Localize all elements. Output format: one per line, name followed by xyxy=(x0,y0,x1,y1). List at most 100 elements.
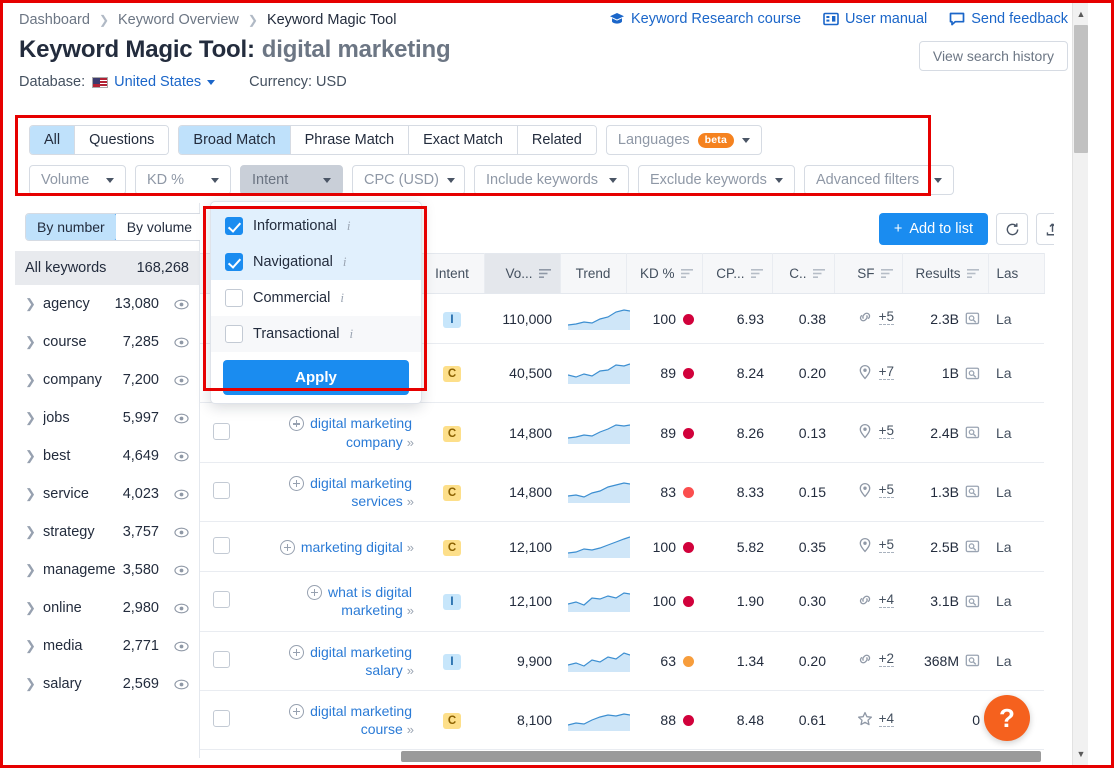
col-intent[interactable]: Intent xyxy=(420,253,485,294)
scroll-up-icon[interactable]: ▲ xyxy=(1073,5,1088,23)
row-checkbox[interactable] xyxy=(212,481,230,499)
chevron-right-icon[interactable]: ❯ xyxy=(25,372,36,388)
row-checkbox-cell[interactable] xyxy=(200,571,242,632)
chevron-right-icon[interactable]: ❯ xyxy=(25,524,36,540)
breadcrumb-dashboard[interactable]: Dashboard xyxy=(19,12,90,28)
sidebar-item-best[interactable]: ❯ best 4,649 xyxy=(15,437,199,475)
row-checkbox[interactable] xyxy=(212,536,230,554)
row-checkbox-cell[interactable] xyxy=(200,749,242,758)
add-keyword-icon[interactable] xyxy=(289,475,305,491)
kd-filter[interactable]: KD % xyxy=(135,165,231,195)
intent-option-commercial[interactable]: Commercial i xyxy=(211,280,421,316)
breadcrumb-keyword-overview[interactable]: Keyword Overview xyxy=(118,12,239,28)
tab-exact-match[interactable]: Exact Match xyxy=(409,126,518,154)
chevron-right-icon[interactable]: ❯ xyxy=(25,486,36,502)
keyword-cell[interactable]: what is digital marketing» xyxy=(242,571,420,632)
add-keyword-icon[interactable] xyxy=(289,703,305,719)
add-keyword-icon[interactable] xyxy=(289,644,305,660)
col-cpc[interactable]: CP... xyxy=(702,253,773,294)
chevron-right-icon[interactable]: ❯ xyxy=(25,638,36,654)
horizontal-scrollbar[interactable] xyxy=(401,751,1041,762)
intent-option-transactional[interactable]: Transactional i xyxy=(211,316,421,352)
checkbox[interactable] xyxy=(225,325,243,343)
double-chevron-icon[interactable]: » xyxy=(407,540,414,555)
chevron-right-icon[interactable]: ❯ xyxy=(25,676,36,692)
help-button[interactable]: ? xyxy=(984,695,1030,741)
table-row[interactable]: digital marketing salary» I 9,900 63 1.34 0.2… xyxy=(200,631,1044,691)
col-last-update[interactable]: Las xyxy=(988,253,1045,294)
chevron-right-icon[interactable]: ❯ xyxy=(25,334,36,350)
keyword-link[interactable]: digital marketing salary xyxy=(310,644,412,678)
scroll-down-icon[interactable]: ▼ xyxy=(1073,745,1088,763)
row-checkbox-cell[interactable] xyxy=(200,690,242,751)
keyword-cell[interactable]: digital marketing salary» xyxy=(242,631,420,691)
apply-button[interactable]: Apply xyxy=(223,360,409,395)
tab-all[interactable]: All xyxy=(30,126,76,154)
sf-cell[interactable]: +5 xyxy=(834,293,902,344)
col-competition[interactable]: C.. xyxy=(772,253,835,294)
checkbox[interactable] xyxy=(225,253,243,271)
view-search-history-button[interactable]: View search history xyxy=(918,41,1068,71)
chevron-right-icon[interactable]: ❯ xyxy=(25,410,36,426)
keyword-link[interactable]: digital marketing course xyxy=(310,703,412,737)
sidebar-item-media[interactable]: ❯ media 2,771 xyxy=(15,627,199,665)
sort-by-number[interactable]: By number xyxy=(26,214,117,240)
row-checkbox[interactable] xyxy=(212,710,230,728)
keyword-cell[interactable]: digital marketing course» xyxy=(242,690,420,751)
user-manual-link[interactable]: User manual xyxy=(823,11,927,27)
refresh-button[interactable] xyxy=(996,213,1028,245)
table-row[interactable]: marketing digital » C 12,100 100 5.82 0.35 +5 2.… xyxy=(200,521,1044,573)
include-keywords-filter[interactable]: Include keywords xyxy=(474,165,629,195)
keyword-research-course-link[interactable]: Keyword Research course xyxy=(609,11,801,27)
sidebar-item-all-keywords[interactable]: All keywords 168,268 xyxy=(15,251,199,285)
sf-cell[interactable]: +4 xyxy=(834,571,902,632)
col-volume[interactable]: Vo... xyxy=(484,253,561,294)
sf-cell[interactable]: +5 xyxy=(834,521,902,573)
row-checkbox[interactable] xyxy=(212,591,230,609)
double-chevron-icon[interactable]: » xyxy=(407,722,414,737)
add-keyword-icon[interactable] xyxy=(279,539,295,555)
tab-questions[interactable]: Questions xyxy=(75,126,169,154)
info-icon[interactable]: i xyxy=(347,218,351,234)
table-row[interactable]: digital marketing services» C 14,800 83 8.33… xyxy=(200,462,1044,523)
chevron-right-icon[interactable]: ❯ xyxy=(25,600,36,616)
col-trend[interactable]: Trend xyxy=(560,253,627,294)
chevron-right-icon[interactable]: ❯ xyxy=(25,562,36,578)
sidebar-item-online[interactable]: ❯ online 2,980 xyxy=(15,589,199,627)
keyword-cell[interactable]: marketing digital » xyxy=(242,521,420,573)
row-checkbox-cell[interactable] xyxy=(200,631,242,691)
info-icon[interactable]: i xyxy=(350,326,354,342)
table-row[interactable]: what is digital marketing» I 12,100 100 1.90… xyxy=(200,571,1044,632)
row-checkbox-cell[interactable] xyxy=(200,462,242,523)
sidebar-item-jobs[interactable]: ❯ jobs 5,997 xyxy=(15,399,199,437)
exclude-keywords-filter[interactable]: Exclude keywords xyxy=(638,165,795,195)
row-checkbox-cell[interactable] xyxy=(200,402,242,463)
vertical-scrollbar-thumb[interactable] xyxy=(1074,25,1088,153)
col-sf[interactable]: SF xyxy=(834,253,903,294)
database-selector[interactable]: United States xyxy=(92,74,216,90)
chevron-right-icon[interactable]: ❯ xyxy=(25,448,36,464)
sort-by-volume[interactable]: By volume xyxy=(115,214,204,240)
cpc-filter[interactable]: CPC (USD) xyxy=(352,165,465,195)
keyword-link[interactable]: what is digital marketing xyxy=(328,584,412,618)
sidebar-item-strategy[interactable]: ❯ strategy 3,757 xyxy=(15,513,199,551)
sf-cell[interactable]: +5 xyxy=(834,462,902,523)
chevron-right-icon[interactable]: ❯ xyxy=(25,296,36,312)
sidebar-item-company[interactable]: ❯ company 7,200 xyxy=(15,361,199,399)
add-keyword-icon[interactable] xyxy=(289,416,305,432)
keyword-link[interactable]: digital marketing company xyxy=(310,415,412,449)
sidebar-item-manageme[interactable]: ❯ manageme... 3,580 xyxy=(15,551,199,589)
sidebar-item-agency[interactable]: ❯ agency 13,080 xyxy=(15,285,199,323)
table-row[interactable]: digital marketing course» C 8,100 88 8.48 0.6… xyxy=(200,690,1044,751)
col-results[interactable]: Results xyxy=(902,253,989,294)
add-to-list-button[interactable]: + Add to list xyxy=(878,213,988,245)
tab-phrase-match[interactable]: Phrase Match xyxy=(290,126,410,154)
intent-filter[interactable]: Intent xyxy=(240,165,343,195)
sidebar-item-course[interactable]: ❯ course 7,285 xyxy=(15,323,199,361)
row-checkbox-cell[interactable] xyxy=(200,521,242,573)
advanced-filters[interactable]: Advanced filters xyxy=(804,165,954,195)
double-chevron-icon[interactable]: » xyxy=(407,603,414,618)
send-feedback-link[interactable]: Send feedback xyxy=(949,11,1068,27)
tab-broad-match[interactable]: Broad Match xyxy=(179,126,291,154)
vertical-scrollbar[interactable]: ▲ ▼ xyxy=(1072,3,1088,765)
